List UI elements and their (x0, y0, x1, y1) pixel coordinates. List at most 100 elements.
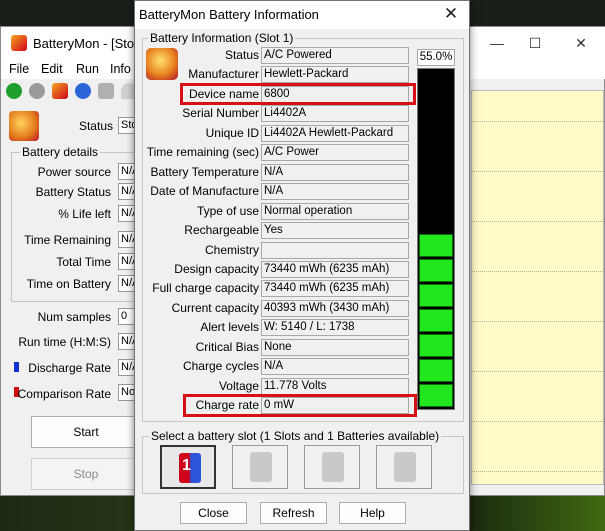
info-row-value: Li4402A Hewlett-Packard (261, 125, 409, 142)
main-window-title: BatteryMon - [Stopp (33, 36, 149, 51)
info-row-label: Battery Temperature (150, 165, 260, 179)
graph-gridline (472, 471, 603, 472)
graph-gridline (472, 321, 603, 322)
info-row-label: Date of Manufacture (150, 184, 259, 198)
info-row-label: Critical Bias (195, 340, 259, 354)
info-row-value: 40393 mWh (3430 mAh) (261, 300, 409, 317)
start-button[interactable]: Start (31, 416, 141, 448)
start-icon[interactable] (6, 83, 22, 99)
graph-gridline (472, 121, 603, 122)
info-row-value: N/A (261, 164, 409, 181)
gauge-segment (419, 284, 453, 307)
info-row-value: A/C Powered (261, 47, 409, 64)
info-row-label: Full charge capacity (152, 281, 259, 295)
graph-gridline (472, 221, 603, 222)
charge-rate-highlight (183, 394, 417, 417)
discharge-rate-label: Discharge Rate (28, 361, 111, 375)
detail-label: Battery Status (35, 185, 111, 199)
info-row-value: Li4402A (261, 105, 409, 122)
charge-level-gauge (417, 68, 455, 410)
detail-label: Power source (37, 165, 111, 179)
app-icon (11, 35, 27, 51)
battery-slot-4[interactable] (376, 445, 432, 489)
info-row-label: Unique ID (205, 126, 259, 140)
battery-slot-3[interactable] (304, 445, 360, 489)
detail-label: Total Time (56, 255, 111, 269)
info-icon[interactable] (75, 83, 91, 99)
close-button[interactable]: Close (180, 502, 247, 524)
maximize-button[interactable]: ☐ (525, 33, 545, 53)
detail-label: Time on Battery (26, 277, 111, 291)
menu-edit[interactable]: Edit (41, 62, 63, 76)
battery-graph-area (471, 90, 604, 485)
status-label: Status (78, 119, 113, 133)
settings-icon[interactable] (98, 83, 114, 99)
run-time-label: Run time (H:M:S) (18, 335, 111, 349)
info-row-value: None (261, 339, 409, 356)
info-row-value: W: 5140 / L: 1738 (261, 319, 409, 336)
battery-details-title: Battery details (20, 145, 101, 159)
battery-info-icon[interactable] (52, 83, 68, 99)
gauge-segment (419, 359, 453, 382)
info-row-value: N/A (261, 358, 409, 375)
info-row-label: Chemistry (204, 243, 259, 257)
device-name-highlight (180, 83, 416, 105)
graph-gridline (472, 421, 603, 422)
info-row-value: Hewlett-Packard (261, 66, 409, 83)
info-row-label: Type of use (196, 204, 259, 218)
gauge-segment (419, 234, 453, 257)
info-row-value: N/A (261, 183, 409, 200)
info-row-label: Serial Number (182, 106, 259, 120)
info-row-label: Alert levels (200, 320, 259, 334)
gauge-segment (419, 384, 453, 407)
battery-slot-1[interactable]: 1 (160, 445, 216, 489)
battery-information-group-title: Battery Information (Slot 1) (148, 31, 296, 45)
info-row-value: 73440 mWh (6235 mAh) (261, 261, 409, 278)
close-window-button[interactable]: ✕ (571, 33, 591, 53)
graph-gridline (472, 171, 603, 172)
menu-file[interactable]: File (9, 62, 29, 76)
toolbar (1, 80, 141, 104)
comparison-rate-label: Comparison Rate (17, 387, 111, 401)
gauge-segment (419, 334, 453, 357)
menu-info[interactable]: Info (110, 62, 131, 76)
info-row-label: Voltage (218, 379, 259, 393)
detail-label: Time Remaining (24, 233, 111, 247)
num-samples-label: Num samples (37, 310, 111, 324)
empty-battery-slot-icon (250, 452, 272, 482)
empty-battery-slot-icon (322, 452, 344, 482)
dialog-titlebar: BatteryMon Battery Information ✕ (135, 1, 469, 29)
info-row-value: Yes (261, 222, 409, 239)
graph-gridline (472, 271, 603, 272)
info-row-label: Rechargeable (184, 223, 259, 237)
battery-slot-group: Select a battery slot (1 Slots and 1 Bat… (142, 429, 464, 494)
stop-button[interactable]: Stop (31, 458, 141, 490)
info-row-label: Time remaining (sec) (146, 145, 259, 159)
minimize-button[interactable]: — (487, 33, 507, 53)
battery-slot-2[interactable] (232, 445, 288, 489)
graph-gridline (472, 371, 603, 372)
charge-percent: 55.0% (417, 49, 455, 66)
battery-slot-group-title: Select a battery slot (1 Slots and 1 Bat… (149, 429, 442, 443)
dialog-close-icon[interactable]: ✕ (441, 4, 461, 24)
info-row-label: Design capacity (174, 262, 259, 276)
refresh-button[interactable]: Refresh (260, 502, 327, 524)
help-button[interactable]: Help (339, 502, 406, 524)
info-row-value: 73440 mWh (6235 mAh) (261, 280, 409, 297)
empty-battery-slot-icon (394, 452, 416, 482)
info-row-label: Charge cycles (182, 359, 259, 373)
dialog-title: BatteryMon Battery Information (139, 7, 319, 22)
info-row-value: A/C Power (261, 144, 409, 161)
info-row-value: Normal operation (261, 203, 409, 220)
detail-label: % Life left (58, 207, 111, 221)
battery-app-icon (9, 111, 39, 141)
gauge-segment (419, 309, 453, 332)
info-row-label: Status (224, 48, 259, 62)
gauge-segment (419, 259, 453, 282)
battery-information-dialog: BatteryMon Battery Information ✕ Battery… (134, 0, 470, 531)
battery-slot-number: 1 (182, 457, 191, 474)
info-row-label: Manufacturer (188, 67, 259, 81)
menu-run[interactable]: Run (76, 62, 99, 76)
info-row-value: 11.778 Volts (261, 378, 409, 395)
stop-icon[interactable] (29, 83, 45, 99)
